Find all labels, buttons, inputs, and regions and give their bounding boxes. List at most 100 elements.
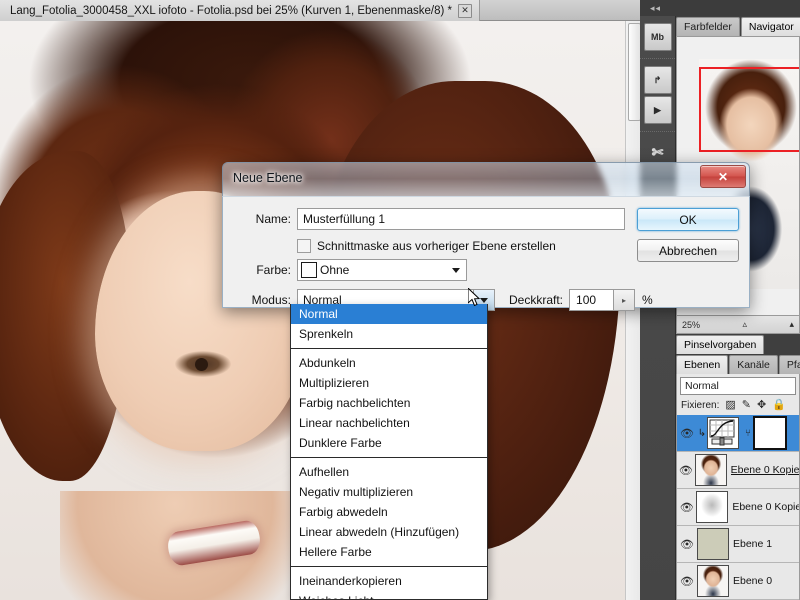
lock-position-icon[interactable]: ✥ (757, 399, 766, 411)
layer-name[interactable]: Ebene 1 (733, 538, 772, 550)
layer-thumbnail[interactable] (694, 454, 727, 486)
opacity-stepper[interactable]: ▸ (613, 290, 635, 310)
mode-option-hellere-farbe[interactable]: Hellere Farbe (291, 542, 487, 562)
ok-button[interactable]: OK (637, 208, 739, 231)
mode-option-weiches-licht[interactable]: Weiches Licht (291, 591, 487, 599)
layer-thumbnail[interactable] (697, 528, 729, 560)
layers-panel: Ebenen Kanäle Pfade Normal Fixieren: ▨ ✎… (676, 354, 800, 600)
mode-option-linear-nachbelichten[interactable]: Linear nachbelichten (291, 413, 487, 433)
mode-dropdown-list[interactable]: Normal Sprenkeln Abdunkeln Multipliziere… (290, 304, 488, 600)
tab-farbfelder[interactable]: Farbfelder (676, 17, 740, 36)
table-row[interactable]: 👁 Ebene 0 Kopie (677, 489, 799, 526)
layers-panel-tabs: Ebenen Kanäle Pfade (676, 354, 800, 374)
layer-name-input[interactable]: Musterfüllung 1 (297, 208, 625, 230)
mode-option-multiplizieren[interactable]: Multiplizieren (291, 373, 487, 393)
layer-visibility-icon[interactable]: 👁 (677, 575, 697, 588)
layer-blend-mode-row: Normal (677, 374, 799, 395)
navigator-zoom-value[interactable]: 25% (682, 320, 700, 330)
layer-visibility-icon[interactable]: 👁 (677, 538, 697, 551)
dialog-titlebar[interactable]: Neue Ebene ✕ (222, 162, 750, 198)
clipping-mask-checkbox[interactable] (297, 239, 311, 253)
mode-option-aufhellen[interactable]: Aufhellen (291, 462, 487, 482)
color-select[interactable]: Ohne (297, 259, 467, 281)
close-icon[interactable]: ✕ (700, 165, 746, 188)
mouse-cursor (467, 286, 482, 308)
mode-option-sprenkeln[interactable]: Sprenkeln (291, 324, 487, 344)
table-row[interactable]: 👁 Ebene 0 Kopie 2 (677, 452, 799, 489)
mode-option-linear-abwedeln[interactable]: Linear abwedeln (Hinzufügen) (291, 522, 487, 542)
mode-option-normal[interactable]: Normal (291, 304, 487, 324)
mode-option-farbig-nachbelichten[interactable]: Farbig nachbelichten (291, 393, 487, 413)
lock-all-icon[interactable]: 🔒 (772, 399, 786, 411)
layer-visibility-icon[interactable]: 👁 (677, 427, 697, 440)
zoom-out-icon[interactable]: ▵ (742, 319, 747, 330)
table-row[interactable]: 👁 ↳ ⑂ (677, 415, 799, 452)
dialog-body: Name: Musterfüllung 1 Schnittmaske aus v… (222, 196, 750, 311)
navigator-panel-tabs: Farbfelder Navigator (676, 16, 800, 36)
lock-label: Fixieren: (681, 399, 720, 411)
chevron-down-icon[interactable] (452, 267, 460, 273)
layer-visibility-icon[interactable]: 👁 (677, 464, 695, 477)
mode-option-ineinanderkopieren[interactable]: Ineinanderkopieren (291, 571, 487, 591)
layers-body: Normal Fixieren: ▨ ✎ ✥ 🔒 👁 ↳ ⑂ 👁 Ebene 0… (676, 374, 800, 600)
divider (291, 566, 487, 567)
brush-presets-panel: Pinselvorgaben (676, 334, 800, 354)
document-tab-title: Lang_Fotolia_3000458_XXL iofoto - Fotoli… (10, 4, 452, 17)
brush-presets-tabs: Pinselvorgaben (676, 334, 800, 354)
opacity-value[interactable]: 100 (570, 293, 613, 307)
opacity-input-group[interactable]: 100 ▸ (569, 289, 636, 311)
rail-group-2: ↱ ▶ (640, 59, 675, 132)
layer-name[interactable]: Ebene 0 (733, 575, 772, 587)
color-row: Farbe: Ohne (233, 259, 467, 281)
layer-lock-row: Fixieren: ▨ ✎ ✥ 🔒 (677, 395, 799, 415)
tab-pfade[interactable]: Pfade (778, 355, 800, 374)
tab-navigator[interactable]: Navigator (740, 17, 800, 36)
tab-kanaele[interactable]: Kanäle (729, 355, 778, 374)
lock-transparency-icon[interactable]: ▨ (725, 399, 735, 411)
document-tab[interactable]: Lang_Fotolia_3000458_XXL iofoto - Fotoli… (0, 0, 480, 21)
divider (291, 457, 487, 458)
opacity-unit: % (642, 293, 653, 307)
color-value: Ohne (320, 263, 350, 277)
table-row[interactable]: 👁 Ebene 0 (677, 563, 799, 600)
mode-option-dunklere-farbe[interactable]: Dunklere Farbe (291, 433, 487, 453)
layer-name[interactable]: Ebene 0 Kopie 2 (731, 464, 799, 476)
dialog-title: Neue Ebene (233, 171, 303, 185)
dock-collapse-button[interactable]: ◂◂ (640, 0, 800, 16)
zoom-in-icon[interactable]: ▴ (789, 319, 794, 330)
tab-ebenen[interactable]: Ebenen (676, 355, 729, 374)
layer-name[interactable]: Ebene 0 Kopie (732, 501, 799, 513)
rail-group-1: Mb (640, 16, 675, 59)
layer-thumbnail-curves[interactable] (707, 417, 739, 449)
history-icon[interactable]: ↱ (643, 66, 672, 94)
name-row: Name: Musterfüllung 1 (233, 208, 625, 230)
mode-option-abdunkeln[interactable]: Abdunkeln (291, 353, 487, 373)
tab-pinselvorgaben[interactable]: Pinselvorgaben (676, 335, 765, 354)
layer-blend-mode-select[interactable]: Normal (680, 376, 796, 395)
mini-bridge-icon[interactable]: Mb (643, 23, 672, 51)
cancel-button[interactable]: Abbrechen (637, 239, 739, 262)
link-layers-icon[interactable]: ⑂ (743, 428, 753, 439)
close-icon[interactable]: ✕ (457, 3, 472, 18)
opacity-label: Deckkraft: (509, 293, 564, 307)
divider (291, 348, 487, 349)
photo-eye (175, 351, 231, 377)
clipping-arrow-icon: ↳ (697, 427, 707, 439)
layer-visibility-icon[interactable]: 👁 (677, 501, 696, 514)
navigator-view-rectangle[interactable] (699, 67, 799, 152)
mode-option-negativ-multiplizieren[interactable]: Negativ multiplizieren (291, 482, 487, 502)
table-row[interactable]: 👁 Ebene 1 (677, 526, 799, 563)
mode-option-farbig-abwedeln[interactable]: Farbig abwedeln (291, 502, 487, 522)
clipping-mask-row[interactable]: Schnittmaske aus vorheriger Ebene erstel… (297, 239, 556, 253)
layer-thumbnail[interactable] (696, 491, 729, 523)
lock-image-icon[interactable]: ✎ (742, 399, 751, 411)
new-layer-dialog: Neue Ebene ✕ Name: Musterfüllung 1 Schni… (222, 162, 750, 311)
curves-adjustment-icon (709, 419, 735, 446)
layer-thumbnail[interactable] (697, 565, 729, 597)
layer-mask-thumbnail[interactable] (753, 416, 787, 450)
color-label: Farbe: (256, 263, 291, 277)
name-label: Name: (255, 212, 291, 226)
navigator-footer: 25% ▵ ▴ (676, 316, 800, 334)
actions-play-icon[interactable]: ▶ (643, 96, 672, 124)
color-swatch (301, 262, 317, 278)
